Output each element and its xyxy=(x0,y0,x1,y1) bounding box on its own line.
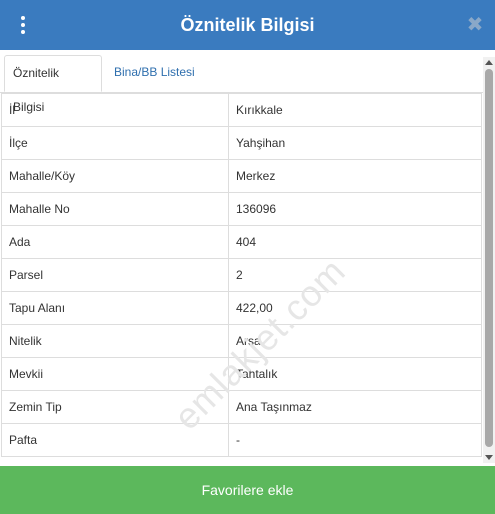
scrollbar-thumb[interactable] xyxy=(485,69,493,447)
table-row: İl Kırıkkale xyxy=(1,93,482,127)
table-row: İlçe Yahşihan xyxy=(1,126,482,160)
table-row: Nitelik Arsa xyxy=(1,324,482,358)
attribute-value: 404 xyxy=(228,225,482,259)
attribute-key: Ada xyxy=(1,225,229,259)
modal-header: Öznitelik Bilgisi ✖ xyxy=(0,0,495,50)
attribute-value: 2 xyxy=(228,258,482,292)
attribute-key: Pafta xyxy=(1,423,229,457)
attribute-key: Mahalle No xyxy=(1,192,229,226)
attribute-key: Parsel xyxy=(1,258,229,292)
table-row: Tapu Alanı 422,00 xyxy=(1,291,482,325)
attribute-panel: İl Kırıkkale İlçe Yahşihan Mahalle/Köy M… xyxy=(0,93,483,466)
tab-bar: Öznitelik Bilgisi Bina/BB Listesi xyxy=(0,50,483,114)
scroll-down-arrow-icon[interactable] xyxy=(485,455,493,460)
add-to-favorites-button[interactable]: Favorilere ekle xyxy=(0,466,495,514)
attribute-value: Tahtalık xyxy=(228,357,482,391)
attribute-key: Mevkii xyxy=(1,357,229,391)
attribute-table: İl Kırıkkale İlçe Yahşihan Mahalle/Köy M… xyxy=(1,93,482,457)
vertical-scrollbar[interactable] xyxy=(483,57,495,463)
tab-oznitelik-bilgisi[interactable]: Öznitelik Bilgisi xyxy=(4,55,102,114)
attribute-value: 422,00 xyxy=(228,291,482,325)
attribute-value: Kırıkkale xyxy=(228,93,482,127)
attribute-key: İlçe xyxy=(1,126,229,160)
modal-title: Öznitelik Bilgisi xyxy=(180,15,315,35)
attribute-value: Merkez xyxy=(228,159,482,193)
table-row: Mevkii Tahtalık xyxy=(1,357,482,391)
attribute-value: Ana Taşınmaz xyxy=(228,390,482,424)
table-row: Zemin Tip Ana Taşınmaz xyxy=(1,390,482,424)
attribute-key: Mahalle/Köy xyxy=(1,159,229,193)
scroll-up-arrow-icon[interactable] xyxy=(485,60,493,65)
table-row: Parsel 2 xyxy=(1,258,482,292)
table-row: Mahalle/Köy Merkez xyxy=(1,159,482,193)
attribute-key: Zemin Tip xyxy=(1,390,229,424)
attribute-value: Yahşihan xyxy=(228,126,482,160)
table-row: Pafta - xyxy=(1,423,482,457)
attribute-key: Tapu Alanı xyxy=(1,291,229,325)
attribute-key: İl xyxy=(1,93,229,127)
attribute-key: Nitelik xyxy=(1,324,229,358)
attribute-value: Arsa xyxy=(228,324,482,358)
table-row: Ada 404 xyxy=(1,225,482,259)
attribute-value: - xyxy=(228,423,482,457)
attribute-value: 136096 xyxy=(228,192,482,226)
close-icon[interactable]: ✖ xyxy=(465,14,485,36)
tab-bina-bb-listesi[interactable]: Bina/BB Listesi xyxy=(106,55,203,91)
table-row: Mahalle No 136096 xyxy=(1,192,482,226)
